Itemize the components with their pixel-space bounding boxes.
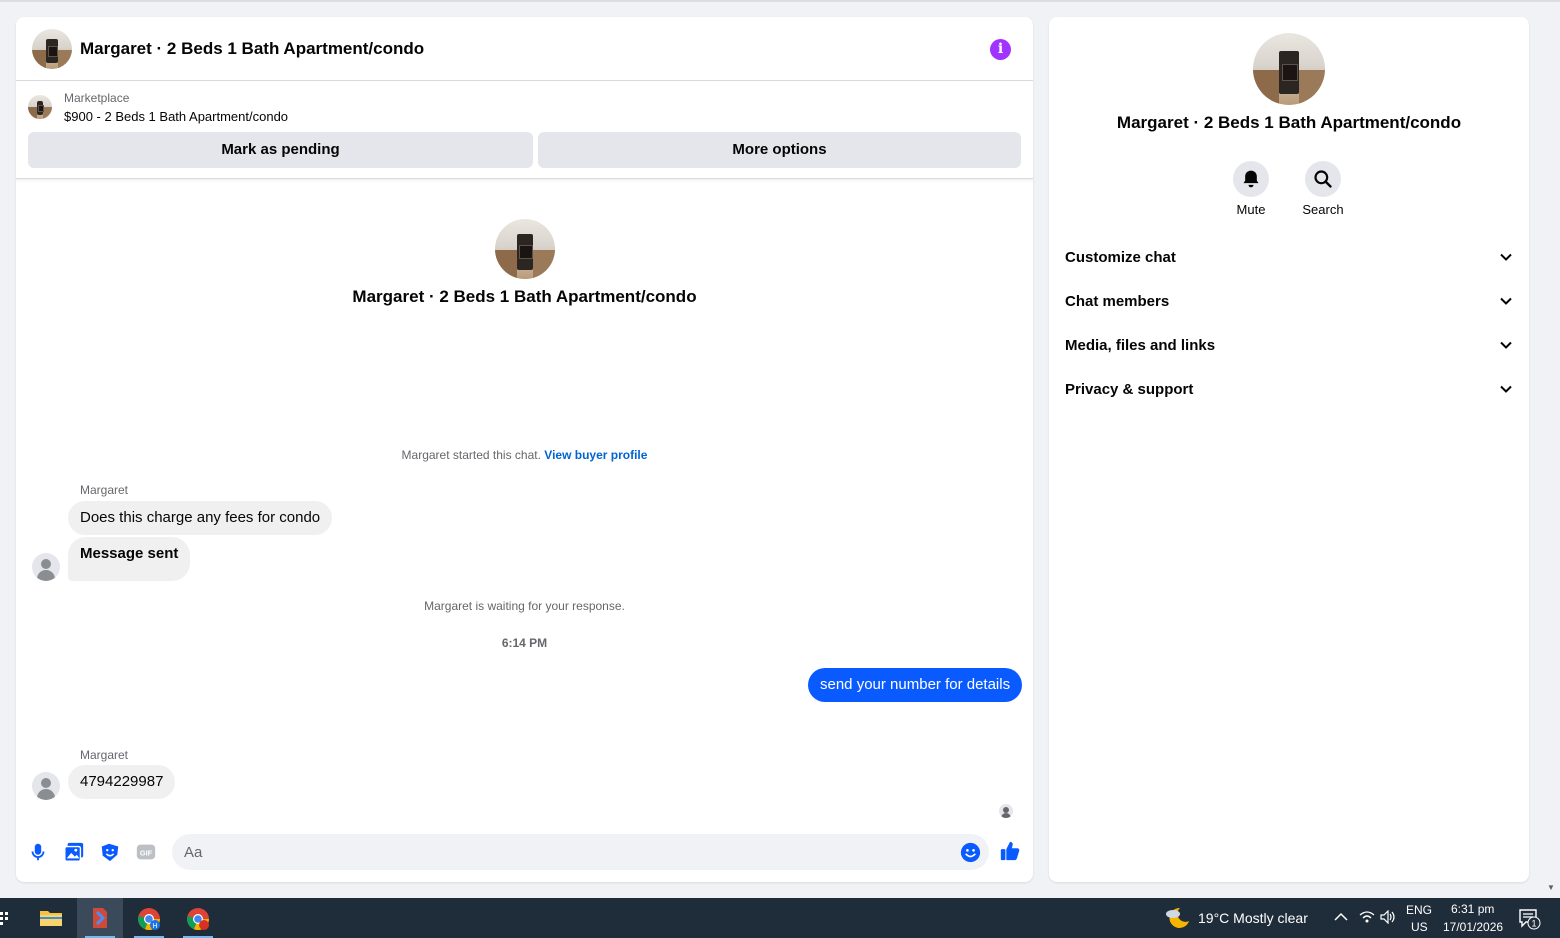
- section-customize-chat[interactable]: Customize chat: [1057, 238, 1521, 278]
- chrome-icon: [187, 908, 210, 931]
- profile-avatar[interactable]: [1253, 33, 1325, 105]
- more-options-button[interactable]: More options: [538, 132, 1021, 168]
- top-border: [0, 0, 1560, 2]
- outgoing-message[interactable]: send your number for details: [808, 668, 1023, 702]
- svg-text:GIF: GIF: [140, 849, 153, 858]
- section-label: Media, files and links: [1065, 337, 1216, 354]
- taskbar-file-explorer[interactable]: [28, 898, 74, 938]
- taskbar-chrome-profile-h[interactable]: H: [126, 898, 172, 938]
- waiting-notice: Margaret is waiting for your response.: [424, 599, 625, 613]
- message-timestamp: 6:14 PM: [501, 636, 548, 650]
- incoming-message[interactable]: 4794229987: [68, 765, 176, 799]
- notification-center-icon[interactable]: 1: [1518, 908, 1542, 930]
- sender-avatar[interactable]: [32, 553, 60, 581]
- info-icon[interactable]: i: [990, 39, 1011, 60]
- sender-name: Margaret: [80, 483, 129, 497]
- chat-avatar[interactable]: [32, 29, 72, 69]
- incoming-message[interactable]: Does this charge any fees for condo: [68, 501, 333, 535]
- clock-date[interactable]: 17/01/2026: [1443, 920, 1503, 934]
- taskbar-active-app[interactable]: [77, 898, 123, 938]
- mark-as-pending-button[interactable]: Mark as pending: [28, 132, 533, 168]
- intro-title: Margaret · 2 Beds 1 Bath Apartment/condo: [352, 287, 697, 306]
- chat-header: Margaret · 2 Beds 1 Bath Apartment/condo…: [16, 17, 1033, 81]
- scroll-down-arrow[interactable]: ▼: [1547, 883, 1555, 892]
- section-privacy-support[interactable]: Privacy & support: [1057, 370, 1521, 410]
- read-receipt-avatar: [999, 804, 1013, 818]
- sticker-icon[interactable]: [99, 841, 121, 863]
- view-buyer-profile-link[interactable]: View buyer profile: [544, 448, 647, 462]
- search-label: Search: [1302, 202, 1344, 217]
- search-button[interactable]: [1305, 161, 1341, 197]
- chat-started-notice: Margaret started this chat. View buyer p…: [16, 448, 1033, 462]
- taskbar-chrome-profile-2[interactable]: [175, 898, 221, 938]
- message-composer: GIF: [16, 827, 1033, 877]
- conversation-info-panel: Margaret · 2 Beds 1 Bath Apartment/condo…: [1049, 17, 1529, 882]
- listing-thumbnail[interactable]: [28, 95, 52, 119]
- task-view-icon[interactable]: [0, 910, 10, 926]
- mute-button[interactable]: [1233, 161, 1269, 197]
- search-icon: [1314, 170, 1332, 188]
- section-label: Customize chat: [1065, 249, 1176, 266]
- chat-panel: Margaret · 2 Beds 1 Bath Apartment/condo…: [16, 17, 1033, 882]
- chevron-up-icon[interactable]: [1334, 912, 1348, 922]
- sender-avatar[interactable]: [32, 772, 60, 800]
- incoming-message[interactable]: Message sent: [68, 537, 191, 581]
- listing-bar: Marketplace $900 - 2 Beds 1 Bath Apartme…: [16, 81, 1033, 179]
- wifi-icon[interactable]: [1359, 910, 1375, 924]
- taskbar: H 19°C Mostly clear ENG US 6:31 pm 17/01…: [0, 898, 1560, 938]
- like-icon[interactable]: [999, 840, 1021, 862]
- section-label: Chat members: [1065, 293, 1170, 310]
- folder-icon: [40, 911, 62, 926]
- photo-icon[interactable]: [63, 841, 85, 863]
- profile-title: Margaret · 2 Beds 1 Bath Apartment/condo: [1116, 113, 1462, 132]
- chrome-icon: H: [138, 908, 161, 931]
- app-icon: [93, 908, 107, 928]
- svg-text:H: H: [152, 923, 157, 930]
- microphone-icon[interactable]: [27, 841, 49, 863]
- intro-avatar[interactable]: [495, 219, 555, 279]
- emoji-icon[interactable]: [960, 842, 981, 863]
- input-region[interactable]: US: [1411, 920, 1428, 934]
- section-label: Privacy & support: [1065, 381, 1194, 398]
- weather-moon-icon[interactable]: [1164, 906, 1190, 930]
- chat-started-text: Margaret started this chat.: [401, 448, 545, 462]
- listing-source: Marketplace: [64, 91, 130, 105]
- chat-title[interactable]: Margaret · 2 Beds 1 Bath Apartment/condo: [80, 39, 424, 59]
- mute-label: Mute: [1236, 202, 1266, 217]
- section-media-files-links[interactable]: Media, files and links: [1057, 326, 1521, 366]
- chevron-down-icon: [1500, 341, 1512, 349]
- section-chat-members[interactable]: Chat members: [1057, 282, 1521, 322]
- weather-text[interactable]: 19°C Mostly clear: [1198, 910, 1308, 926]
- clock-time[interactable]: 6:31 pm: [1451, 902, 1494, 916]
- message-input[interactable]: [172, 834, 989, 870]
- notification-count: 1: [1531, 919, 1536, 929]
- bell-icon: [1243, 170, 1259, 188]
- speaker-icon[interactable]: [1380, 910, 1396, 924]
- input-language[interactable]: ENG: [1406, 903, 1432, 917]
- chevron-down-icon: [1500, 297, 1512, 305]
- chevron-down-icon: [1500, 253, 1512, 261]
- listing-price-title[interactable]: $900 - 2 Beds 1 Bath Apartment/condo: [64, 109, 288, 124]
- gif-icon[interactable]: GIF: [135, 841, 157, 863]
- chevron-down-icon: [1500, 385, 1512, 393]
- sender-name: Margaret: [80, 748, 129, 762]
